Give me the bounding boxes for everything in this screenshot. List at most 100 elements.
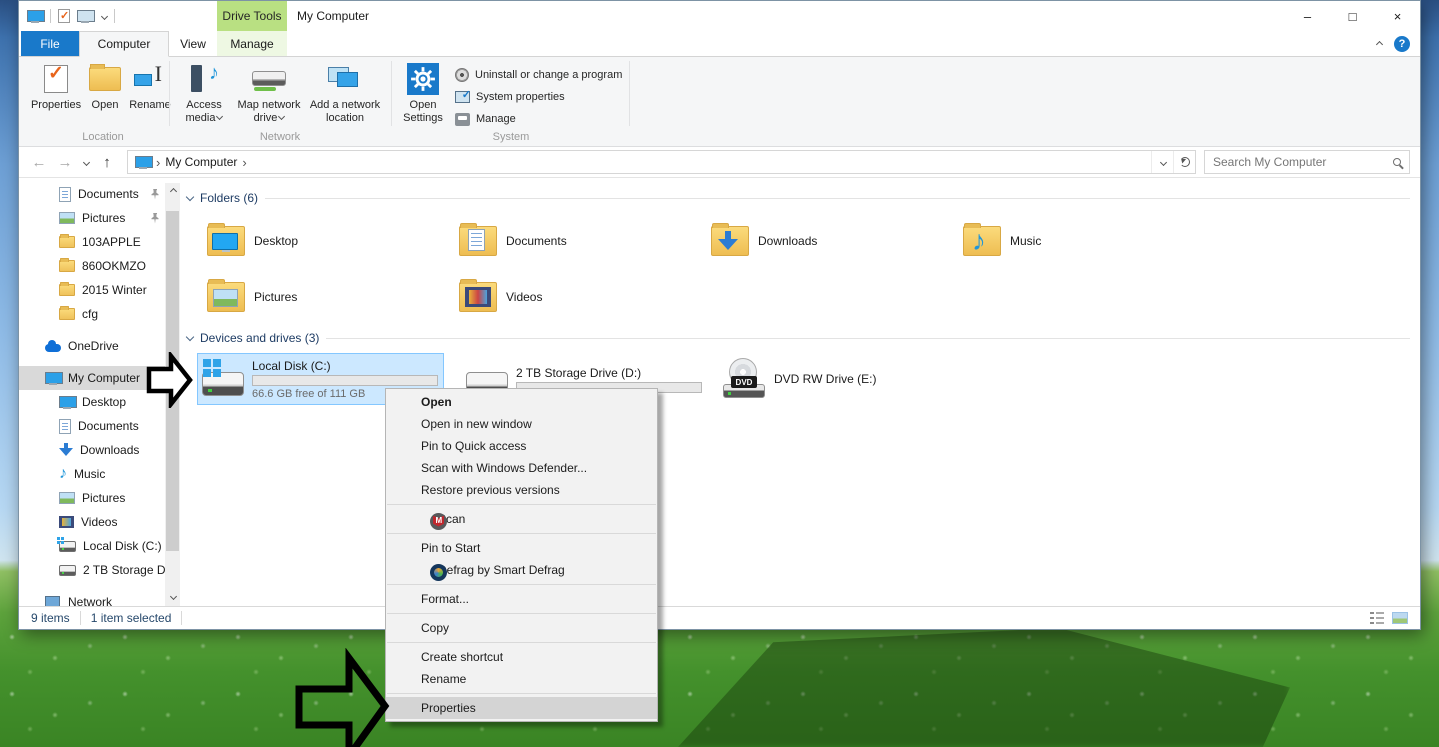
menu-item-pin-to-start[interactable]: Pin to Start [386, 537, 657, 559]
access-media-button[interactable]: Accessmedia [177, 62, 231, 125]
sidebar-item-music[interactable]: ♪ Music [19, 462, 165, 486]
large-icons-view-icon[interactable] [1392, 612, 1408, 624]
qat-customize-chevron-icon[interactable] [100, 12, 109, 20]
minimize-button[interactable]: – [1285, 1, 1330, 31]
help-icon[interactable]: ? [1394, 36, 1410, 52]
tab-manage[interactable]: Manage [217, 31, 287, 56]
group-separator [629, 61, 630, 126]
forward-button[interactable]: → [53, 147, 77, 178]
devices-group-header[interactable]: Devices and drives (3) [185, 331, 1410, 345]
scroll-down-icon[interactable] [165, 588, 180, 604]
menu-item-copy[interactable]: Copy [386, 617, 657, 639]
breadcrumb-my-computer[interactable]: My Computer [165, 155, 237, 169]
menu-item-open-in-new-window[interactable]: Open in new window [386, 413, 657, 435]
properties-icon [44, 65, 68, 93]
menu-item-properties[interactable]: Properties [386, 697, 657, 719]
manage-icon [455, 112, 470, 126]
menu-item-create-shortcut[interactable]: Create shortcut [386, 646, 657, 668]
properties-button[interactable]: Properties [31, 62, 81, 112]
collapse-chevron-icon[interactable] [185, 192, 195, 201]
scroll-up-icon[interactable] [165, 183, 180, 199]
folder-tile-desktop[interactable]: Desktop [207, 219, 447, 263]
qat-new-item-icon[interactable] [77, 9, 95, 23]
drive-tile-dvd-e[interactable]: DVD DVD RW Drive (E:) [717, 353, 964, 405]
menu-item-defrag-smart-defrag[interactable]: Defrag by Smart Defrag [386, 559, 657, 581]
back-button[interactable]: ← [27, 147, 51, 178]
collapse-ribbon-icon[interactable] [1375, 40, 1384, 48]
download-overlay-icon [718, 231, 738, 252]
close-button[interactable]: × [1375, 1, 1420, 31]
maximize-button[interactable]: □ [1330, 1, 1375, 31]
menu-item-restore-previous-versions[interactable]: Restore previous versions [386, 479, 657, 501]
folder-icon [59, 258, 75, 272]
system-properties-button[interactable]: System properties [455, 87, 565, 107]
sidebar-item-my-computer[interactable]: My Computer [19, 366, 165, 390]
sidebar-item-desktop[interactable]: Desktop [19, 390, 165, 414]
address-dropdown-chevron-icon[interactable] [1151, 151, 1173, 173]
rename-button[interactable]: Rename [125, 62, 175, 112]
tab-view[interactable]: View [169, 31, 217, 56]
details-view-icon[interactable] [1370, 612, 1384, 624]
sidebar-item-pictures-pinned[interactable]: Pictures [19, 206, 165, 230]
open-settings-button[interactable]: Open Settings [397, 62, 449, 125]
folder-tile-videos[interactable]: Videos [459, 275, 699, 319]
quick-access-toolbar [27, 1, 115, 31]
tab-file[interactable]: File [21, 31, 79, 56]
sidebar-item-onedrive[interactable]: OneDrive [19, 334, 165, 358]
folder-tile-music[interactable]: ♪ Music [963, 219, 1203, 263]
menu-item-scan-windows-defender[interactable]: Scan with Windows Defender... [386, 457, 657, 479]
map-drive-icon [252, 65, 286, 93]
sidebar-item-downloads[interactable]: Downloads [19, 438, 165, 462]
menu-separator [387, 533, 656, 534]
menu-item-scan[interactable]: Scan [386, 508, 657, 530]
folder-icon [59, 234, 75, 248]
window-title: My Computer [297, 9, 370, 23]
folder-tile-pictures[interactable]: Pictures [207, 275, 447, 319]
sidebar-item-cfg[interactable]: cfg [19, 302, 165, 326]
sidebar-item-pictures[interactable]: Pictures [19, 486, 165, 510]
file-list-pane: Folders (6) Desktop Documents Downloads … [181, 179, 1420, 606]
sidebar-item-2015-winter[interactable]: 2015 Winter [19, 278, 165, 302]
refresh-button[interactable] [1173, 151, 1195, 173]
folder-tile-downloads[interactable]: Downloads [711, 219, 951, 263]
folder-icon [59, 306, 75, 320]
collapse-chevron-icon[interactable] [185, 332, 195, 341]
search-box[interactable] [1204, 150, 1410, 174]
breadcrumb-chevron-icon[interactable]: › [242, 155, 246, 170]
menu-separator [387, 504, 656, 505]
sidebar-item-documents[interactable]: Documents [19, 414, 165, 438]
search-icon[interactable] [1393, 158, 1401, 166]
separator [181, 611, 183, 625]
uninstall-program-button[interactable]: Uninstall or change a program [455, 65, 622, 85]
search-input[interactable] [1213, 155, 1393, 169]
qat-properties-icon[interactable] [58, 9, 70, 23]
open-button[interactable]: Open [83, 62, 127, 112]
sidebar-item-videos[interactable]: Videos [19, 510, 165, 534]
sidebar-item-103apple[interactable]: 103APPLE [19, 230, 165, 254]
add-network-location-button[interactable]: Add a network location [307, 62, 383, 125]
recent-locations-chevron-icon[interactable] [77, 147, 93, 178]
uninstall-icon [455, 68, 469, 82]
up-button[interactable]: ↑ [95, 147, 119, 178]
annotation-arrow-local-disk [146, 352, 193, 408]
folders-group-header[interactable]: Folders (6) [185, 191, 1410, 205]
tab-computer[interactable]: Computer [79, 31, 169, 57]
breadcrumb-chevron-icon[interactable]: › [156, 155, 160, 170]
folder-tile-documents[interactable]: Documents [459, 219, 699, 263]
menu-item-rename[interactable]: Rename [386, 668, 657, 690]
sidebar-item-860okmzo[interactable]: 860OKMZO [19, 254, 165, 278]
settings-gear-icon [407, 63, 439, 95]
sidebar-item-documents-pinned[interactable]: Documents [19, 182, 165, 206]
desktop-overlay-icon [212, 233, 238, 252]
menu-item-open[interactable]: Open [386, 391, 657, 413]
address-bar[interactable]: › My Computer › [127, 150, 1196, 174]
manage-button[interactable]: Manage [455, 109, 516, 129]
map-network-drive-button[interactable]: Map network drive [231, 62, 307, 125]
sidebar-item-network[interactable]: Network [19, 590, 165, 606]
drive-tools-contextual-label[interactable]: Drive Tools [217, 1, 287, 31]
sidebar-item-local-disk-c[interactable]: Local Disk (C:) [19, 534, 165, 558]
pin-icon [150, 212, 165, 224]
sidebar-item-storage-drive-d[interactable]: 2 TB Storage Driv [19, 558, 165, 582]
menu-item-pin-to-quick-access[interactable]: Pin to Quick access [386, 435, 657, 457]
menu-item-format[interactable]: Format... [386, 588, 657, 610]
